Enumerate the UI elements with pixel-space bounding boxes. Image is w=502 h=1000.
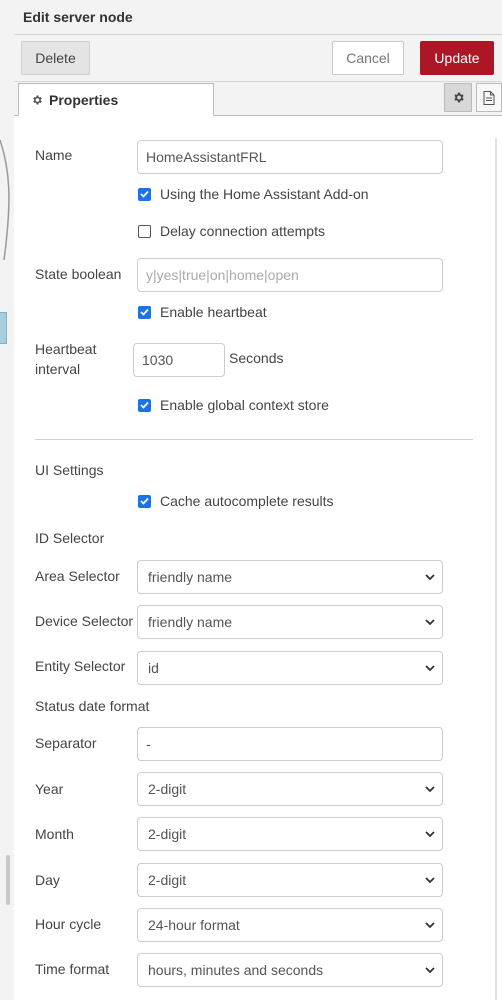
state-boolean-label: State boolean [35,266,122,282]
section-divider [35,439,473,440]
addon-checkbox[interactable] [138,187,151,201]
global-context-checkbox-label: Enable global context store [160,397,329,413]
checkmark-icon [140,190,149,198]
delete-button[interactable]: Delete [21,41,90,75]
gear-icon [453,92,464,103]
chevron-down-icon [425,619,435,626]
chevron-down-icon [425,786,435,793]
heartbeat-interval-label-line1: Heartbeat [35,341,97,357]
year-label: Year [35,781,64,797]
device-selector-value: friendly name [148,614,233,630]
area-selector-select[interactable]: friendly name [137,560,443,594]
heartbeat-interval-label-line2: interval [35,361,81,377]
addon-checkbox-label: Using the Home Assistant Add-on [160,186,369,202]
id-selector-heading: ID Selector [35,530,105,546]
chevron-down-icon [425,922,435,929]
heartbeat-checkbox-label: Enable heartbeat [160,304,267,320]
dialog-toolbar: Delete Cancel Update [14,35,502,82]
year-select[interactable]: 2-digit [137,772,443,806]
delay-checkbox[interactable] [138,224,151,238]
tab-node-settings[interactable] [444,83,472,112]
tab-properties-label: Properties [49,91,119,108]
chevron-down-icon [425,967,435,974]
delay-checkbox-row[interactable]: Delay connection attempts [138,223,325,239]
name-input[interactable] [137,140,443,174]
heartbeat-checkbox[interactable] [138,305,151,319]
time-format-label: Time format [35,961,110,977]
tab-bar: Properties [14,82,502,116]
cache-checkbox[interactable] [138,494,151,508]
name-label: Name [35,147,73,163]
global-context-checkbox-row[interactable]: Enable global context store [138,397,329,413]
state-boolean-input[interactable] [137,258,443,292]
dialog-header: Edit server node [14,0,502,35]
global-context-checkbox[interactable] [138,398,151,412]
separator-label: Separator [35,735,97,751]
status-date-format-heading: Status date format [35,698,150,714]
checkmark-icon [140,308,149,316]
area-selector-label: Area Selector [35,568,120,584]
entity-selector-select[interactable]: id [137,651,443,685]
heartbeat-interval-unit: Seconds [229,350,284,366]
hour-cycle-value: 24-hour format [148,917,240,933]
canvas-scrollbar[interactable] [6,855,10,905]
month-select[interactable]: 2-digit [137,817,443,851]
heartbeat-checkbox-row[interactable]: Enable heartbeat [138,304,267,320]
entity-selector-value: id [148,660,159,676]
panel-scrollbar[interactable] [490,116,502,1000]
chevron-down-icon [425,877,435,884]
hour-cycle-label: Hour cycle [35,916,102,932]
cache-checkbox-row[interactable]: Cache autocomplete results [138,493,334,509]
year-value: 2-digit [148,781,187,797]
scrollbar-track[interactable] [495,138,497,1000]
device-selector-label: Device Selector [35,613,134,629]
tab-description[interactable] [476,83,502,112]
month-label: Month [35,826,74,842]
document-icon [483,90,495,105]
hour-cycle-select[interactable]: 24-hour format [137,908,443,942]
time-format-select[interactable]: hours, minutes and seconds [137,953,443,987]
addon-checkbox-row[interactable]: Using the Home Assistant Add-on [138,186,369,202]
update-button[interactable]: Update [420,41,494,75]
entity-selector-label: Entity Selector [35,658,126,674]
chevron-down-icon [425,831,435,838]
ui-settings-heading: UI Settings [35,462,104,478]
month-value: 2-digit [148,826,187,842]
device-selector-select[interactable]: friendly name [137,605,443,639]
separator-input[interactable] [137,727,443,761]
properties-panel: Name Using the Home Assistant Add-on Del… [14,116,490,1000]
chevron-down-icon [425,665,435,672]
tab-properties[interactable]: Properties [18,83,214,116]
cache-checkbox-label: Cache autocomplete results [160,493,334,509]
day-select[interactable]: 2-digit [137,863,443,897]
heartbeat-interval-input[interactable] [133,343,225,377]
edit-server-node-dialog: Edit server node Delete Cancel Update Pr… [0,0,502,1000]
cancel-button[interactable]: Cancel [332,41,404,75]
flow-node-stub [0,312,7,344]
gear-icon [33,95,42,104]
time-format-value: hours, minutes and seconds [148,962,324,978]
day-value: 2-digit [148,872,187,888]
day-label: Day [35,872,60,888]
area-selector-value: friendly name [148,569,233,585]
dialog-title: Edit server node [23,9,133,25]
checkmark-icon [140,401,149,409]
wire-curve [0,140,10,260]
workspace-canvas-edge [0,0,15,1000]
checkmark-icon [140,497,149,505]
delay-checkbox-label: Delay connection attempts [160,223,325,239]
chevron-down-icon [425,574,435,581]
